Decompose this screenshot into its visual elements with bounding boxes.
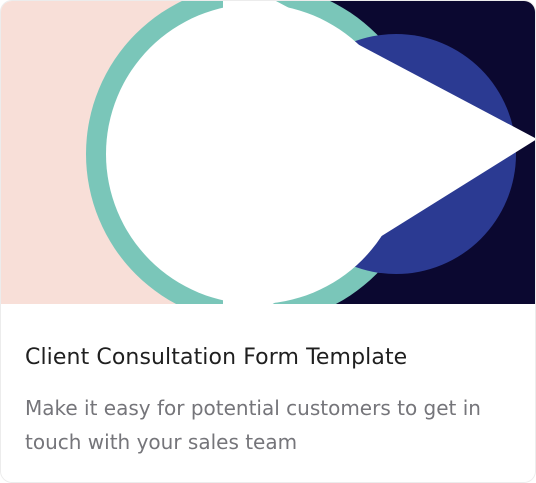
card-body: Client Consultation Form Template Make i…: [1, 304, 535, 482]
hero-illustration: [1, 1, 535, 304]
card-thumbnail: [1, 1, 535, 304]
card-description: Make it easy for potential customers to …: [25, 396, 481, 454]
card-title[interactable]: Client Consultation Form Template: [25, 343, 407, 373]
template-card[interactable]: Client Consultation Form Template Make i…: [0, 0, 536, 483]
